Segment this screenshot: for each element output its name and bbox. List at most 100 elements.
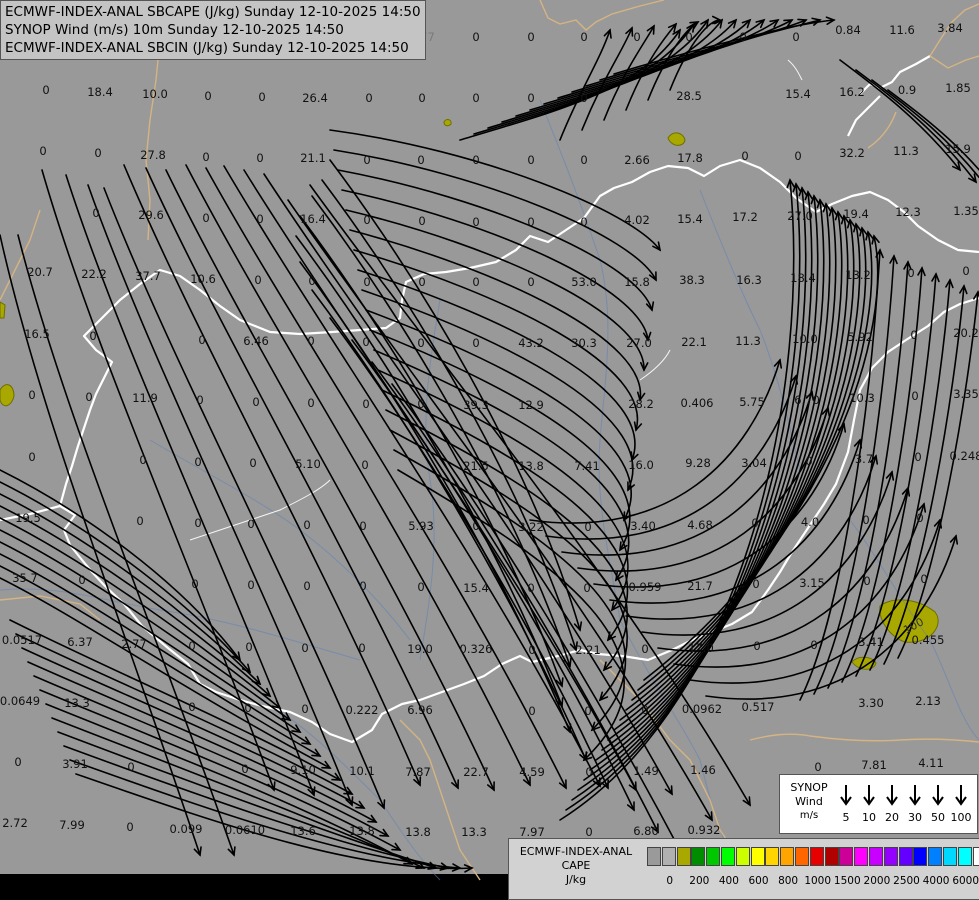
station-value: 6.46 bbox=[243, 334, 269, 348]
station-value: 0 bbox=[363, 213, 371, 227]
station-value: 0.0962 bbox=[681, 702, 723, 716]
station-value: 15.8 bbox=[624, 275, 650, 289]
station-value: 16.4 bbox=[300, 212, 326, 226]
cape-legend-subtitle: CAPE bbox=[561, 859, 591, 872]
station-value: 0 bbox=[472, 336, 480, 350]
station-value: 0 bbox=[359, 519, 367, 533]
station-value: 0 bbox=[244, 701, 252, 715]
station-value: 0 bbox=[472, 30, 480, 44]
station-value: 0 bbox=[580, 153, 588, 167]
cape-legend-label: 2500 bbox=[893, 875, 920, 887]
station-value: 12.9 bbox=[518, 398, 544, 412]
station-value: 4.0 bbox=[800, 515, 820, 529]
station-value: 0 bbox=[920, 572, 928, 586]
station-value: 0.099 bbox=[169, 822, 203, 836]
arrow-down-icon bbox=[886, 785, 898, 806]
station-value: 0 bbox=[359, 579, 367, 593]
station-value: 28.2 bbox=[628, 397, 654, 411]
station-value: 13.6 bbox=[290, 824, 316, 838]
station-value: 0 bbox=[527, 153, 535, 167]
cape-legend-label: 800 bbox=[778, 875, 799, 887]
cape-swatch bbox=[913, 847, 928, 866]
station-value: 21.1 bbox=[300, 151, 326, 165]
station-value: 2.66 bbox=[624, 153, 650, 167]
cape-legend-label: 1000 bbox=[804, 875, 832, 887]
station-value: 20.2 bbox=[953, 326, 979, 340]
station-value: 21.5 bbox=[463, 459, 489, 473]
station-value: 0 bbox=[202, 150, 210, 164]
station-value: 0 bbox=[527, 30, 535, 44]
station-value: 0 bbox=[580, 30, 588, 44]
station-value: 0 bbox=[418, 214, 426, 228]
station-value: 0 bbox=[254, 273, 262, 287]
cape-legend-label: 6000 bbox=[952, 875, 979, 887]
cape-legend-unit: J/kg bbox=[565, 873, 587, 886]
station-value: 6.70 bbox=[794, 393, 820, 407]
station-value: 0 bbox=[204, 89, 212, 103]
station-value: 6.96 bbox=[407, 703, 433, 717]
station-value: 0 bbox=[194, 455, 202, 469]
station-value: 19.5 bbox=[15, 511, 41, 525]
station-value: 0 bbox=[127, 760, 135, 774]
station-value: 0 bbox=[751, 516, 759, 530]
station-value: 0 bbox=[585, 825, 593, 839]
station-value: 0 bbox=[202, 211, 210, 225]
cape-swatch bbox=[957, 847, 972, 866]
station-value: 0 bbox=[685, 30, 693, 44]
station-value: 0 bbox=[241, 762, 249, 776]
station-value: 5.75 bbox=[739, 395, 765, 409]
station-value: 0 bbox=[245, 640, 253, 654]
station-value: 0 bbox=[584, 520, 592, 534]
station-value: 16.0 bbox=[628, 458, 654, 472]
station-value: 0 bbox=[584, 704, 592, 718]
station-value: 5.10 bbox=[295, 457, 321, 471]
arrow-down-icon bbox=[863, 785, 875, 806]
arrow-down-icon bbox=[932, 785, 944, 806]
station-value: 15.4 bbox=[677, 212, 703, 226]
station-value: 0.959 bbox=[628, 580, 662, 594]
station-value: 0 bbox=[139, 453, 147, 467]
cape-swatch bbox=[809, 847, 824, 866]
station-value: 35.7 bbox=[12, 571, 38, 585]
station-value: 17.2 bbox=[732, 210, 758, 224]
station-value: 32.2 bbox=[839, 146, 865, 160]
station-value: 20.7 bbox=[27, 265, 53, 279]
cape-legend-label: 1500 bbox=[833, 875, 861, 887]
station-value: 3.22 bbox=[518, 520, 544, 534]
station-value: 2.77 bbox=[121, 637, 147, 651]
station-value: 0 bbox=[527, 91, 535, 105]
station-value: 0 bbox=[916, 511, 924, 525]
cape-legend: ECMWF-INDEX-ANAL CAPE J/kg 0 200 400 600 800… bbox=[508, 838, 979, 900]
weather-map[interactable]: 100 0.843.842.375.77000000011.6018.410.0… bbox=[0, 0, 979, 900]
station-value: 0 bbox=[585, 765, 593, 779]
station-value: 18.4 bbox=[790, 271, 816, 285]
header-line-wind: SYNOP Wind (m/s) 10m Sunday 12-10-2025 1… bbox=[5, 22, 344, 38]
station-value: 6.37 bbox=[67, 635, 93, 649]
station-value: 7.41 bbox=[574, 459, 600, 473]
cape-swatch bbox=[869, 847, 883, 866]
station-value: 0 bbox=[472, 275, 480, 289]
cape-legend-title: ECMWF-INDEX-ANAL bbox=[519, 845, 633, 858]
station-value: 43.2 bbox=[518, 336, 544, 350]
station-value: 7.87 bbox=[405, 765, 431, 779]
station-value: 0 bbox=[194, 516, 202, 530]
station-value: 0 bbox=[862, 513, 870, 527]
station-value: 0.248 bbox=[949, 449, 979, 463]
wind-legend-unit: m/s bbox=[799, 810, 819, 821]
station-value: 1.85 bbox=[945, 81, 971, 95]
station-value: 7.99 bbox=[59, 818, 85, 832]
station-value: 37.7 bbox=[135, 269, 161, 283]
station-value: 4.02 bbox=[624, 213, 650, 227]
cape-swatch bbox=[676, 847, 691, 866]
station-value: 13.3 bbox=[64, 696, 90, 710]
station-value: 27.8 bbox=[140, 148, 166, 162]
station-value: 0 bbox=[907, 266, 915, 280]
station-value: 38.3 bbox=[679, 273, 705, 287]
station-value: 0 bbox=[633, 30, 641, 44]
station-value: 13.8 bbox=[349, 824, 375, 838]
cape-swatch bbox=[647, 847, 661, 866]
station-value: 39.3 bbox=[463, 398, 489, 412]
station-value: 2.21 bbox=[575, 643, 601, 657]
cape-swatch bbox=[721, 847, 735, 866]
station-value: 0 bbox=[583, 581, 591, 595]
